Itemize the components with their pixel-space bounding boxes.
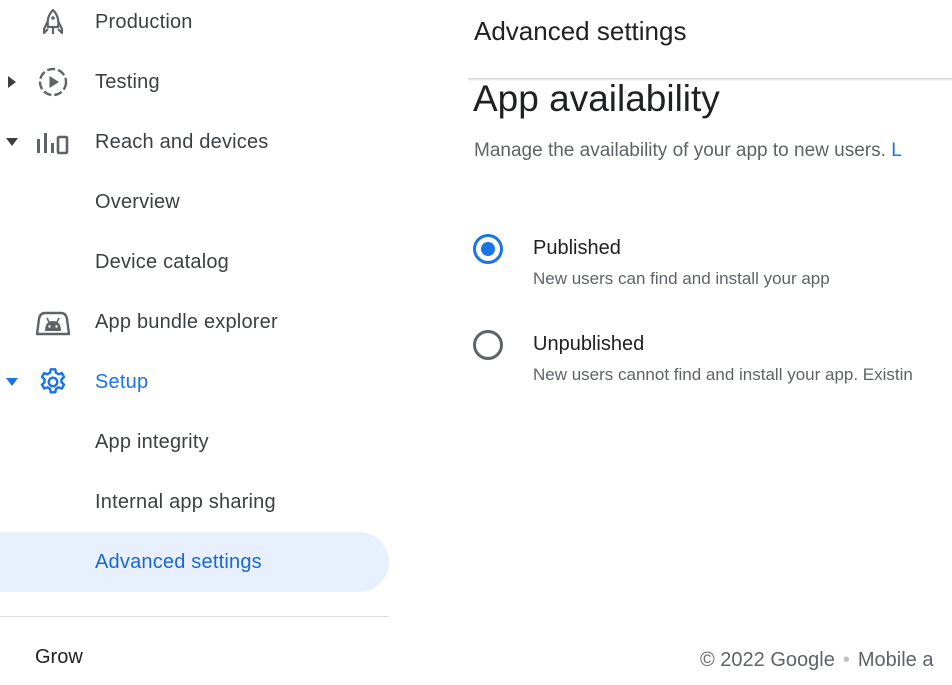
- learn-more-link[interactable]: L: [891, 140, 902, 161]
- sidebar-item-production[interactable]: Production: [0, 0, 389, 52]
- sidebar-section-grow[interactable]: Grow: [35, 646, 83, 669]
- sidebar-item-app-integrity[interactable]: App integrity: [0, 412, 389, 472]
- bar-chart-icon: [35, 124, 71, 160]
- radio-button-selected-icon[interactable]: [472, 233, 504, 265]
- caret-down-icon[interactable]: [4, 134, 20, 150]
- sidebar-item-overview[interactable]: Overview: [0, 172, 389, 232]
- section-title: App availability: [473, 78, 720, 119]
- sidebar-item-device-catalog[interactable]: Device catalog: [0, 232, 389, 292]
- gear-icon: [35, 364, 71, 400]
- section-description-text: Manage the availability of your app to n…: [474, 140, 886, 161]
- copyright-text: © 2022 Google: [700, 649, 835, 671]
- page-footer: © 2022 Google • Mobile a: [700, 649, 933, 672]
- sidebar-item-label: Reach and devices: [95, 130, 269, 153]
- sidebar-item-label: Internal app sharing: [95, 490, 276, 513]
- radio-label: Published: [533, 237, 621, 259]
- sidebar-nav: Production Testing Reach and devices Ove…: [0, 0, 390, 685]
- caret-right-icon[interactable]: [4, 74, 20, 90]
- sidebar-item-internal-app-sharing[interactable]: Internal app sharing: [0, 472, 389, 532]
- sidebar-divider: [0, 616, 389, 617]
- radio-label: Unpublished: [533, 333, 645, 355]
- sidebar-item-testing[interactable]: Testing: [0, 52, 389, 112]
- page-title: Advanced settings: [474, 16, 687, 46]
- sidebar-item-label: Overview: [95, 190, 180, 213]
- sidebar-item-label: Setup: [95, 370, 149, 393]
- footer-separator: •: [842, 649, 850, 671]
- sidebar-item-label: Device catalog: [95, 250, 229, 273]
- footer-link[interactable]: Mobile a: [858, 649, 934, 671]
- sidebar-item-advanced-settings[interactable]: Advanced settings: [0, 532, 389, 592]
- radio-sublabel: New users cannot find and install your a…: [533, 365, 913, 384]
- radio-sublabel: New users can find and install your app: [533, 269, 830, 288]
- sidebar-item-setup[interactable]: Setup: [0, 352, 389, 412]
- sidebar-item-label: Advanced settings: [95, 550, 262, 573]
- caret-down-icon[interactable]: [4, 374, 20, 390]
- sidebar-item-reach-and-devices[interactable]: Reach and devices: [0, 112, 389, 172]
- sidebar-item-label: App bundle explorer: [95, 310, 278, 333]
- android-icon: [35, 304, 71, 340]
- rocket-icon: [35, 4, 71, 40]
- sidebar-item-label: Testing: [95, 70, 160, 93]
- sidebar-item-app-bundle-explorer[interactable]: App bundle explorer: [0, 292, 389, 352]
- section-description: Manage the availability of your app to n…: [474, 140, 902, 162]
- sidebar-item-label: App integrity: [95, 430, 209, 453]
- main-content: Advanced settings App availability Manag…: [390, 0, 952, 685]
- play-circle-icon: [35, 64, 71, 100]
- play-console-page: Production Testing Reach and devices Ove…: [0, 0, 952, 685]
- radio-button-unselected-icon[interactable]: [472, 329, 504, 361]
- sidebar-item-label: Production: [95, 10, 193, 33]
